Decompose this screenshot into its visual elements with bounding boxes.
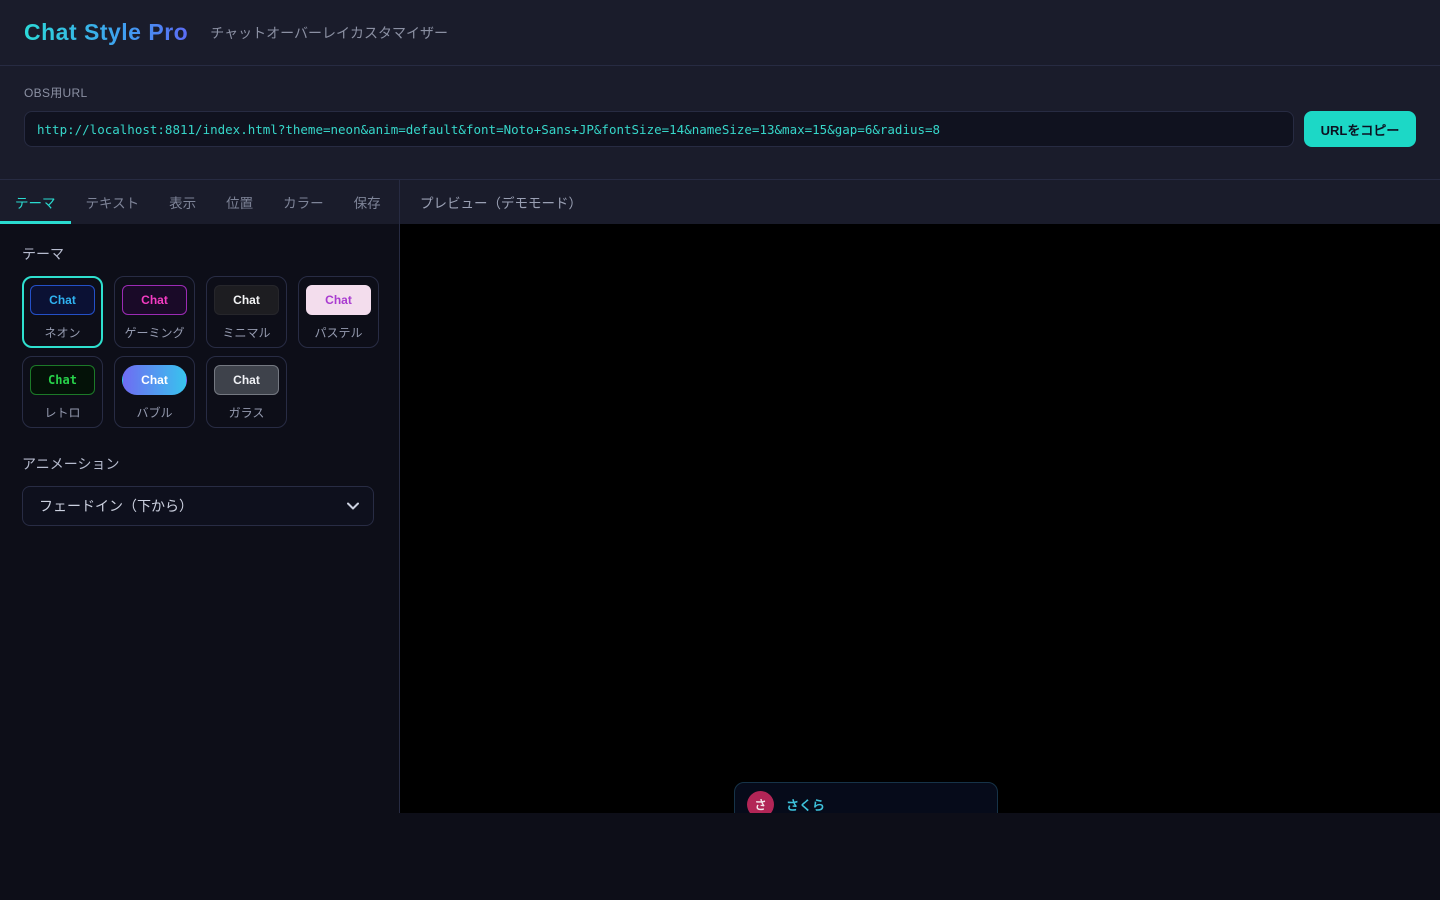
app-root: Chat Style Pro チャットオーバーレイカスタマイザー OBS用URL… [0, 0, 1440, 813]
tab-theme[interactable]: テーマ [0, 180, 71, 224]
copy-url-button[interactable]: URLをコピー [1304, 111, 1416, 147]
app-subtitle: チャットオーバーレイカスタマイザー [210, 23, 448, 43]
theme-swatch-retro: Chat [30, 365, 95, 395]
tab-position[interactable]: 位置 [211, 180, 268, 224]
theme-swatch-glass: Chat [214, 365, 279, 395]
theme-card-label: ミニマル [222, 324, 270, 341]
animation-select-value: フェードイン（下から） [39, 496, 193, 516]
obs-url-input[interactable] [24, 111, 1294, 147]
theme-card-neon[interactable]: Chat ネオン [22, 276, 103, 348]
tab-color[interactable]: カラー [268, 180, 339, 224]
chat-username: さくら [786, 795, 825, 813]
obs-url-section: OBS用URL URLをコピー [0, 66, 1440, 180]
preview-area: さ さくら [400, 224, 1440, 813]
obs-url-row: URLをコピー [24, 111, 1416, 147]
theme-grid: Chat ネオン Chat ゲーミング Chat ミニマル Chat パステル [22, 276, 377, 428]
workspace: テーマ テキスト 表示 位置 カラー 保存 テーマ Chat ネオン Chat … [0, 180, 1440, 813]
theme-card-retro[interactable]: Chat レトロ [22, 356, 103, 428]
settings-column: テーマ テキスト 表示 位置 カラー 保存 テーマ Chat ネオン Chat … [0, 180, 400, 813]
chevron-down-icon [347, 502, 359, 510]
chat-message: さ さくら [734, 782, 998, 813]
theme-section-label: テーマ [22, 244, 377, 264]
theme-swatch-bubble: Chat [122, 365, 187, 395]
obs-url-label: OBS用URL [24, 84, 1416, 101]
theme-card-label: ゲーミング [124, 324, 184, 341]
preview-header: プレビュー（デモモード） [400, 180, 1440, 224]
avatar: さ [747, 791, 774, 813]
animation-section-label: アニメーション [22, 454, 377, 474]
theme-card-label: ガラス [229, 404, 265, 421]
theme-swatch-pastel: Chat [306, 285, 371, 315]
theme-card-pastel[interactable]: Chat パステル [298, 276, 379, 348]
settings-tab-bar: テーマ テキスト 表示 位置 カラー 保存 [0, 180, 399, 224]
theme-card-gaming[interactable]: Chat ゲーミング [114, 276, 195, 348]
theme-card-minimal[interactable]: Chat ミニマル [206, 276, 287, 348]
theme-card-glass[interactable]: Chat ガラス [206, 356, 287, 428]
theme-card-label: バブル [136, 404, 172, 421]
theme-swatch-neon: Chat [30, 285, 95, 315]
app-header: Chat Style Pro チャットオーバーレイカスタマイザー [0, 0, 1440, 66]
theme-swatch-minimal: Chat [214, 285, 279, 315]
tab-text[interactable]: テキスト [71, 180, 155, 224]
animation-select[interactable]: フェードイン（下から） [22, 486, 374, 526]
theme-card-label: パステル [314, 324, 362, 341]
theme-card-bubble[interactable]: Chat バブル [114, 356, 195, 428]
theme-card-label: ネオン [44, 324, 80, 341]
tab-save[interactable]: 保存 [339, 180, 396, 224]
chat-message-head: さ さくら [747, 791, 985, 813]
preview-column: プレビュー（デモモード） さ さくら [400, 180, 1440, 813]
theme-settings-panel: テーマ Chat ネオン Chat ゲーミング Chat ミニマル [0, 224, 399, 813]
theme-swatch-gaming: Chat [122, 285, 187, 315]
theme-card-label: レトロ [44, 404, 80, 421]
app-title: Chat Style Pro [24, 19, 188, 46]
tab-display[interactable]: 表示 [154, 180, 211, 224]
